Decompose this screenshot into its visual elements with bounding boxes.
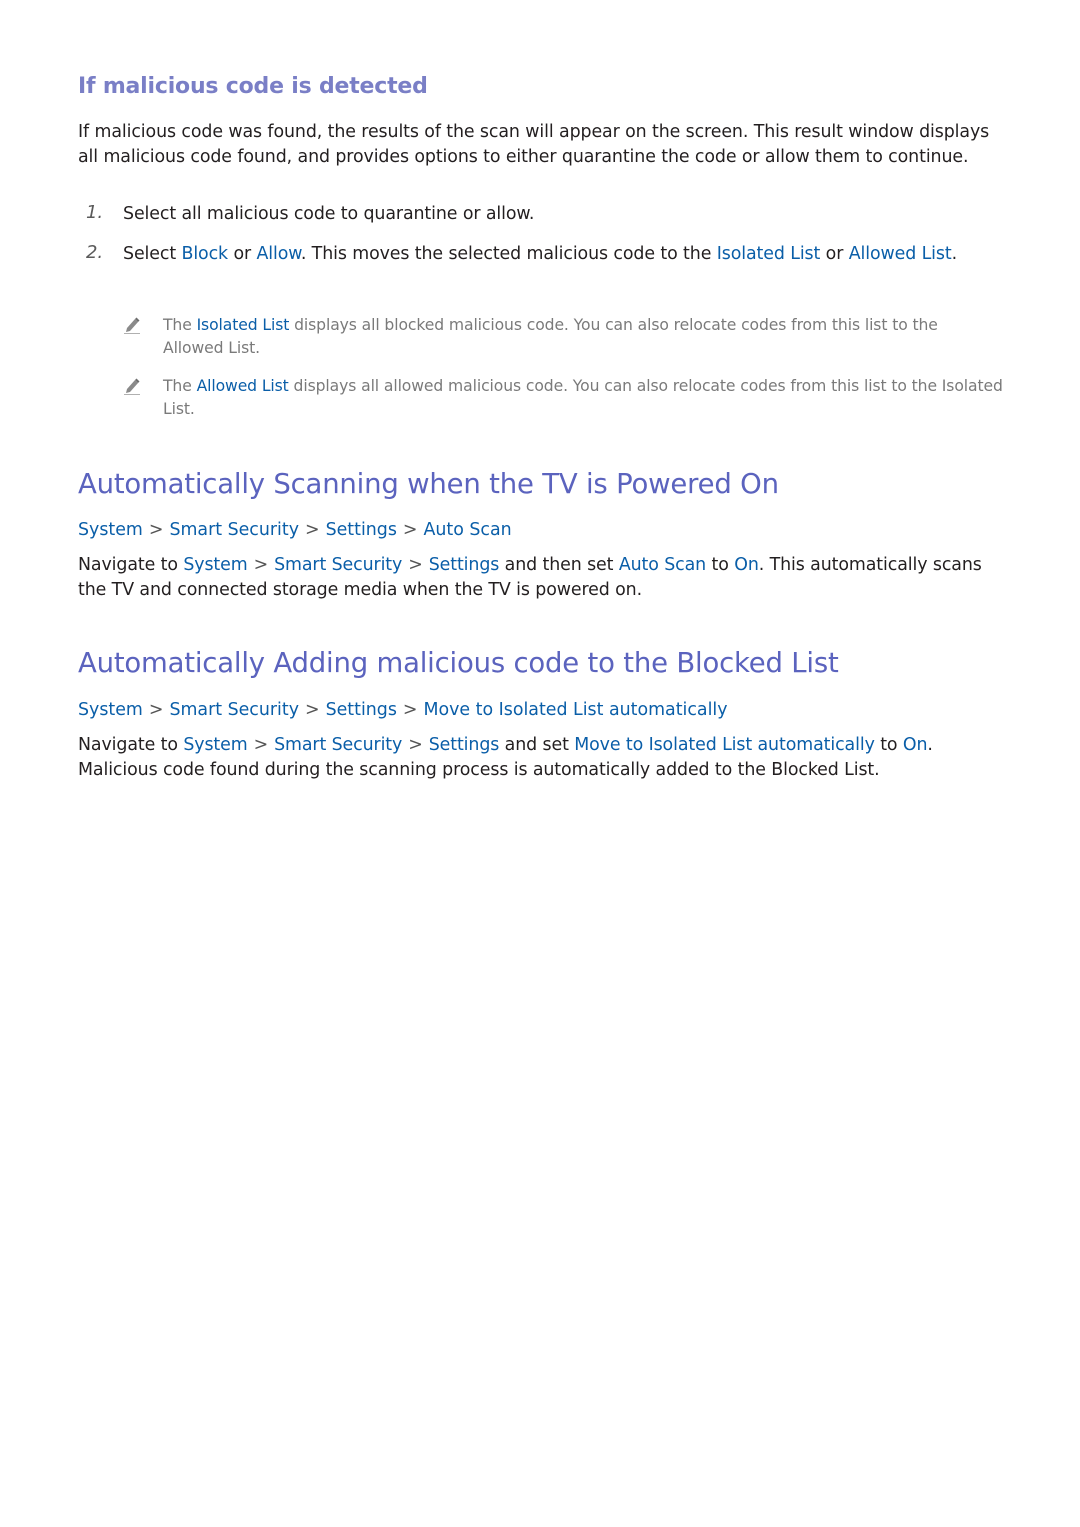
text: or <box>228 244 257 264</box>
text: . This moves the selected malicious code… <box>300 244 717 264</box>
text: The <box>163 377 197 395</box>
value-on: On <box>734 555 759 575</box>
breadcrumb-item-settings: Settings <box>325 520 397 540</box>
step-text: Select Block or Allow. This moves the se… <box>123 240 1008 268</box>
text: to <box>874 735 903 755</box>
section-heading-auto-scan: Automatically Scanning when the TV is Po… <box>78 468 779 500</box>
value-on: On <box>902 735 928 755</box>
allowed-list-term: Allowed List <box>196 377 289 395</box>
note-text: The Isolated List displays all blocked m… <box>163 314 1003 360</box>
chevron-right-icon: > <box>402 700 418 720</box>
chevron-right-icon: > <box>304 520 320 540</box>
chevron-right-icon: > <box>304 700 320 720</box>
chevron-right-icon: > <box>148 520 164 540</box>
breadcrumb-auto-scan: System > Smart Security > Settings > Auto Scan <box>78 520 512 540</box>
path-system: System <box>183 735 248 755</box>
allow-term: Allow <box>256 244 301 264</box>
chevron-right-icon: > <box>148 700 164 720</box>
path-smart-security: Smart Security <box>274 555 403 575</box>
path-smart-security: Smart Security <box>274 735 403 755</box>
intro-paragraph: If malicious code was found, the results… <box>78 122 990 167</box>
isolated-list-term: Isolated List <box>716 244 821 264</box>
breadcrumb-item-smart-security: Smart Security <box>169 700 299 720</box>
chevron-right-icon: > <box>402 520 418 540</box>
text: . <box>951 244 958 264</box>
text: and then set <box>499 555 619 575</box>
pencil-icon <box>124 317 140 334</box>
option-auto-scan: Auto Scan <box>618 555 707 575</box>
text: Select <box>123 244 182 264</box>
breadcrumb-item-settings: Settings <box>325 700 397 720</box>
path-system: System <box>183 555 248 575</box>
chevron-right-icon: > <box>408 555 423 575</box>
chevron-right-icon: > <box>408 735 423 755</box>
text: displays all allowed malicious code. You… <box>163 377 1003 418</box>
text: or <box>820 244 849 264</box>
auto-add-paragraph: Navigate to System > Smart Security > Settin… <box>78 733 1008 783</box>
text: The <box>163 316 197 334</box>
step-number: 2. <box>86 242 103 263</box>
auto-scan-paragraph: Navigate to System > Smart Security > Settin… <box>78 553 1008 603</box>
breadcrumb-item-auto-scan: Auto Scan <box>423 520 512 540</box>
text: Navigate to <box>78 555 184 575</box>
note-text: The Allowed List displays all allowed ma… <box>163 375 1003 421</box>
text: Navigate to <box>78 735 184 755</box>
isolated-list-term: Isolated List <box>196 316 290 334</box>
text: and set <box>499 735 575 755</box>
breadcrumb-item-system: System <box>78 700 143 720</box>
chevron-right-icon: > <box>253 735 269 755</box>
pencil-icon <box>124 378 140 395</box>
text: to <box>706 555 735 575</box>
breadcrumb-auto-add: System > Smart Security > Settings > Move to I… <box>78 700 728 720</box>
path-settings: Settings <box>428 555 500 575</box>
block-term: Block <box>181 244 229 264</box>
step-text: Select all malicious code to quarantine … <box>123 204 535 224</box>
breadcrumb-item-move-to-isolated: Move to Isolated List automatically <box>423 700 728 720</box>
section-heading-auto-add: Automatically Adding malicious code to t… <box>78 647 839 679</box>
path-settings: Settings <box>428 735 500 755</box>
allowed-list-term: Allowed List <box>848 244 952 264</box>
subsection-heading-detected: If malicious code is detected <box>78 74 428 99</box>
chevron-right-icon: > <box>253 555 269 575</box>
breadcrumb-item-smart-security: Smart Security <box>169 520 299 540</box>
breadcrumb-item-system: System <box>78 520 143 540</box>
option-move-to-isolated: Move to Isolated List automatically <box>574 735 875 755</box>
step-number: 1. <box>86 202 103 223</box>
